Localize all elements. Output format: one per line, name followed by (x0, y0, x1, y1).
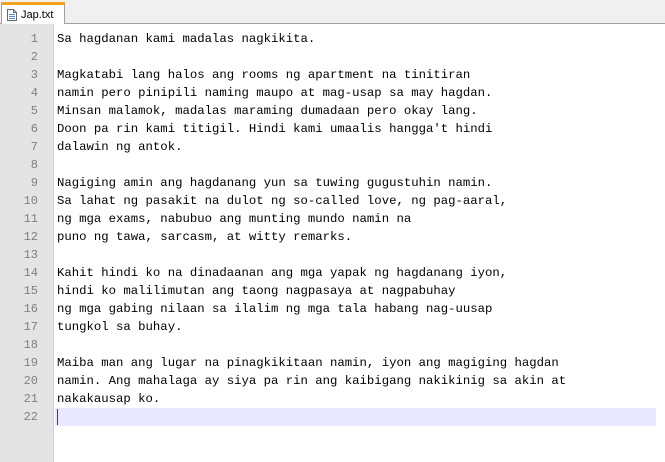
line-text-area[interactable] (55, 408, 656, 426)
line-number: 22 (23, 410, 38, 424)
line-number: 2 (30, 50, 38, 64)
line-text: namin pero pinipili naming maupo at mag-… (57, 86, 493, 100)
editor-line[interactable]: 11 ng mga exams, nabubuo ang munting mund… (0, 210, 665, 228)
editor-line[interactable]: 8 (0, 156, 665, 174)
line-text: tungkol sa buhay. (57, 320, 183, 334)
line-number: 9 (30, 176, 38, 190)
editor-line[interactable]: 15 hindi ko malilimutan ang taong nagpasa… (0, 282, 665, 300)
line-text: nakakausap ko. (57, 392, 161, 406)
line-number: 6 (30, 122, 38, 136)
line-number: 8 (30, 158, 38, 172)
line-number: 11 (23, 212, 38, 226)
editor-line[interactable]: 20 namin. Ang mahalaga ay siya pa rin ang… (0, 372, 665, 390)
line-number: 19 (23, 356, 38, 370)
editor-line[interactable]: 19 Maiba man ang lugar na pinagkikitaan n… (0, 354, 665, 372)
line-text-area[interactable]: nakakausap ko. (55, 390, 656, 408)
editor-line[interactable]: 1 Sa hagdanan kami madalas nagkikita. (0, 30, 665, 48)
line-text-area[interactable]: Sa hagdanan kami madalas nagkikita. (55, 30, 656, 48)
line-number: 14 (23, 266, 38, 280)
line-text-area[interactable] (55, 48, 656, 66)
line-number: 10 (23, 194, 38, 208)
line-text: Sa hagdanan kami madalas nagkikita. (57, 32, 316, 46)
line-text-area[interactable]: Sa lahat ng pasakit na dulot ng so-calle… (55, 192, 656, 210)
line-number: 18 (23, 338, 38, 352)
line-text-area[interactable]: Kahit hindi ko na dinadaanan ang mga yap… (55, 264, 656, 282)
file-icon (7, 8, 17, 21)
line-number: 16 (23, 302, 38, 316)
editor-line[interactable]: 12 puno ng tawa, sarcasm, at witty remark… (0, 228, 665, 246)
line-text-area[interactable]: Maiba man ang lugar na pinagkikitaan nam… (55, 354, 656, 372)
editor-line[interactable]: 6 Doon pa rin kami titigil. Hindi kami um… (0, 120, 665, 138)
line-text: Maiba man ang lugar na pinagkikitaan nam… (57, 356, 559, 370)
line-text-area[interactable]: Doon pa rin kami titigil. Hindi kami uma… (55, 120, 656, 138)
editor-line[interactable]: 3 Magkatabi lang halos ang rooms ng apart… (0, 66, 665, 84)
line-text: ng mga exams, nabubuo ang munting mundo … (57, 212, 412, 226)
line-number: 7 (30, 140, 38, 154)
line-number: 17 (23, 320, 38, 334)
editor-lines[interactable]: 1 Sa hagdanan kami madalas nagkikita. 2 3 Ma… (0, 30, 665, 426)
line-text: puno ng tawa, sarcasm, at witty remarks. (57, 230, 353, 244)
text-caret (57, 409, 58, 425)
editor-line[interactable]: 16 ng mga gabing nilaan sa ilalim ng mga … (0, 300, 665, 318)
line-text-area[interactable]: hindi ko malilimutan ang taong nagpasaya… (55, 282, 656, 300)
line-text-area[interactable]: ng mga exams, nabubuo ang munting mundo … (55, 210, 656, 228)
line-text-area[interactable]: namin. Ang mahalaga ay siya pa rin ang k… (55, 372, 656, 390)
line-text: Minsan malamok, madalas maraming dumadaa… (57, 104, 478, 118)
editor-line[interactable]: 9 Nagiging amin ang hagdanang yun sa tuwi… (0, 174, 665, 192)
line-text-area[interactable]: Magkatabi lang halos ang rooms ng apartm… (55, 66, 656, 84)
editor-line[interactable]: 4 namin pero pinipili naming maupo at mag… (0, 84, 665, 102)
line-number: 3 (30, 68, 38, 82)
line-number: 5 (30, 104, 38, 118)
line-text: namin. Ang mahalaga ay siya pa rin ang k… (57, 374, 567, 388)
tab-bar: Jap.txt (0, 0, 665, 24)
editor-line[interactable]: 7 dalawin ng antok. (0, 138, 665, 156)
line-text: Doon pa rin kami titigil. Hindi kami uma… (57, 122, 493, 136)
line-number: 12 (23, 230, 38, 244)
line-text: Sa lahat ng pasakit na dulot ng so-calle… (57, 194, 508, 208)
line-number: 15 (23, 284, 38, 298)
line-text-area[interactable]: dalawin ng antok. (55, 138, 656, 156)
editor-line[interactable]: 22 (0, 408, 665, 426)
editor-line[interactable]: 5 Minsan malamok, madalas maraming dumada… (0, 102, 665, 120)
editor-line[interactable]: 14 Kahit hindi ko na dinadaanan ang mga y… (0, 264, 665, 282)
editor-line[interactable]: 21 nakakausap ko. (0, 390, 665, 408)
line-number: 20 (23, 374, 38, 388)
line-text-area[interactable]: Minsan malamok, madalas maraming dumadaa… (55, 102, 656, 120)
line-text: Nagiging amin ang hagdanang yun sa tuwin… (57, 176, 493, 190)
tab-label: Jap.txt (21, 8, 54, 21)
tab-jap-txt[interactable]: Jap.txt (1, 2, 65, 24)
line-text-area[interactable]: puno ng tawa, sarcasm, at witty remarks. (55, 228, 656, 246)
line-text: dalawin ng antok. (57, 140, 183, 154)
line-text-area[interactable] (55, 246, 656, 264)
line-number: 4 (30, 86, 38, 100)
line-text-area[interactable]: tungkol sa buhay. (55, 318, 656, 336)
line-number: 13 (23, 248, 38, 262)
line-number: 21 (23, 392, 38, 406)
line-text-area[interactable]: namin pero pinipili naming maupo at mag-… (55, 84, 656, 102)
line-text: ng mga gabing nilaan sa ilalim ng mga ta… (57, 302, 493, 316)
line-text-area[interactable] (55, 156, 656, 174)
line-text-area[interactable] (55, 336, 656, 354)
editor-line[interactable]: 13 (0, 246, 665, 264)
line-text-area[interactable]: ng mga gabing nilaan sa ilalim ng mga ta… (55, 300, 656, 318)
editor-line[interactable]: 10 Sa lahat ng pasakit na dulot ng so-cal… (0, 192, 665, 210)
editor-line[interactable]: 2 (0, 48, 665, 66)
line-text: Magkatabi lang halos ang rooms ng apartm… (57, 68, 471, 82)
editor-line[interactable]: 17 tungkol sa buhay. (0, 318, 665, 336)
text-editor[interactable]: 1 Sa hagdanan kami madalas nagkikita. 2 3 Ma… (0, 24, 665, 462)
line-text: hindi ko malilimutan ang taong nagpasaya… (57, 284, 456, 298)
editor-line[interactable]: 18 (0, 336, 665, 354)
line-text: Kahit hindi ko na dinadaanan ang mga yap… (57, 266, 508, 280)
line-number: 1 (30, 32, 38, 46)
line-text-area[interactable]: Nagiging amin ang hagdanang yun sa tuwin… (55, 174, 656, 192)
